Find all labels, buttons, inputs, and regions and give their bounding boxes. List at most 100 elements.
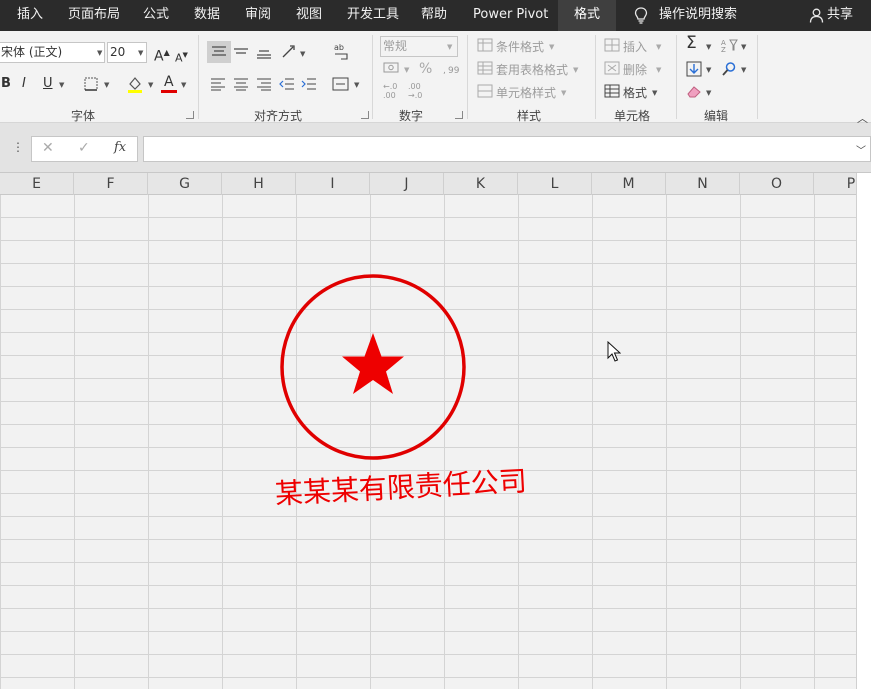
more-options-icon[interactable]: ⋮ xyxy=(12,140,24,154)
tab-view[interactable]: 视图 xyxy=(296,0,322,31)
chevron-down-icon: ▼ xyxy=(561,89,567,97)
column-header-o[interactable]: O xyxy=(740,173,814,195)
column-header-n[interactable]: N xyxy=(666,173,740,195)
format-cells-icon xyxy=(604,84,620,98)
formula-bar: ⋮ ✕ ✓ fx ﹀ xyxy=(0,123,871,173)
enter-icon[interactable]: ✓ xyxy=(78,140,90,156)
tab-help[interactable]: 帮助 xyxy=(421,0,447,31)
group-separator xyxy=(198,35,199,119)
format-cells-button[interactable]: 格式 xyxy=(623,84,647,101)
conditional-format-button[interactable]: 条件格式 xyxy=(496,38,544,55)
delete-cells-button[interactable]: 删除 xyxy=(623,61,647,78)
format-as-table-button[interactable]: 套用表格格式 xyxy=(496,61,568,78)
column-header-k[interactable]: K xyxy=(444,173,518,195)
column-header-e[interactable]: E xyxy=(0,173,74,195)
column-header-g[interactable]: G xyxy=(148,173,222,195)
decrease-decimal-button[interactable]: .00 →.0 xyxy=(408,82,430,102)
group-separator xyxy=(757,35,758,119)
font-name-select[interactable]: 宋体 (正文) xyxy=(0,42,105,63)
column-header-j[interactable]: J xyxy=(370,173,444,195)
expand-formula-icon[interactable]: ﹀ xyxy=(856,142,866,157)
chevron-down-icon: ▼ xyxy=(354,81,360,89)
svg-text:Z: Z xyxy=(721,46,726,53)
formula-buttons: ✕ ✓ fx xyxy=(31,136,138,162)
group-separator xyxy=(676,35,677,119)
chevron-down-icon: ▼ xyxy=(656,43,662,51)
bold-button[interactable]: B xyxy=(1,76,11,92)
tab-formulas[interactable]: 公式 xyxy=(143,0,169,31)
chevron-down-icon: ▼ xyxy=(97,49,103,57)
company-seal[interactable]: 某某某有限责任公司 xyxy=(256,270,556,520)
fill-color-icon[interactable] xyxy=(127,75,143,93)
align-middle-icon[interactable] xyxy=(233,45,249,59)
chevron-down-icon: ▼ xyxy=(706,89,712,97)
increase-decimal-button[interactable]: ←.0 .00 xyxy=(383,82,405,102)
align-right-icon[interactable] xyxy=(256,77,272,91)
tell-me-search[interactable]: 操作说明搜索 xyxy=(659,0,737,31)
chevron-down-icon: ▼ xyxy=(300,50,306,58)
comma-style-icon[interactable]: , 99 xyxy=(442,62,460,76)
italic-button[interactable]: I xyxy=(22,76,26,92)
column-header-h[interactable]: H xyxy=(222,173,296,195)
insert-function-icon[interactable]: fx xyxy=(114,140,126,155)
increase-indent-icon[interactable] xyxy=(301,77,317,91)
alignment-dialog-launcher[interactable] xyxy=(361,111,369,119)
merge-center-icon[interactable] xyxy=(332,76,349,92)
column-header-i[interactable]: I xyxy=(296,173,370,195)
fill-down-icon[interactable] xyxy=(686,61,702,77)
tab-power-pivot[interactable]: Power Pivot xyxy=(473,0,548,31)
group-label-editing: 编辑 xyxy=(704,109,729,123)
column-header-f[interactable]: F xyxy=(74,173,148,195)
align-left-icon[interactable] xyxy=(210,77,226,91)
border-icon[interactable] xyxy=(84,77,98,91)
align-center-icon[interactable] xyxy=(233,77,249,91)
insert-cells-icon xyxy=(604,38,620,52)
top-align-button[interactable] xyxy=(207,41,231,63)
tab-format[interactable]: 格式 xyxy=(558,0,616,31)
align-bottom-icon[interactable] xyxy=(256,45,272,59)
chevron-down-icon: ▼ xyxy=(549,43,555,51)
cancel-icon[interactable]: ✕ xyxy=(42,140,54,156)
column-header-p[interactable]: P xyxy=(814,173,856,195)
tab-insert[interactable]: 插入 xyxy=(17,0,43,31)
column-header-m[interactable]: M xyxy=(592,173,666,195)
insert-cells-button[interactable]: 插入 xyxy=(623,38,647,55)
vertical-scrollbar[interactable] xyxy=(856,173,871,689)
shrink-font-button[interactable]: A▼ xyxy=(175,47,188,67)
percent-button[interactable]: % xyxy=(419,61,432,77)
wrap-text-icon[interactable]: ab xyxy=(333,41,350,63)
currency-icon[interactable] xyxy=(383,61,401,75)
autosum-button[interactable]: Σ xyxy=(686,35,697,52)
chevron-down-icon: ▼ xyxy=(447,43,453,51)
chevron-down-icon: ▼ xyxy=(181,81,187,89)
cell-styles-button[interactable]: 单元格样式 xyxy=(496,84,556,101)
delete-cells-icon xyxy=(604,61,620,75)
find-search-icon[interactable] xyxy=(721,61,737,77)
group-separator xyxy=(372,35,373,119)
format-table-icon xyxy=(477,61,493,75)
svg-text:,: , xyxy=(443,66,446,76)
column-header-l[interactable]: L xyxy=(518,173,592,195)
ribbon-tab-bar: 插入 页面布局 公式 数据 审阅 视图 开发工具 帮助 Power Pivot … xyxy=(0,0,871,31)
clear-eraser-icon[interactable] xyxy=(686,84,702,98)
decrease-indent-icon[interactable] xyxy=(279,77,295,91)
chevron-down-icon: ▼ xyxy=(741,66,747,74)
share-button[interactable]: 共享 xyxy=(827,0,853,31)
font-color-button[interactable]: A xyxy=(164,74,174,90)
underline-button[interactable]: U xyxy=(43,76,53,92)
font-dialog-launcher[interactable] xyxy=(186,111,194,119)
orientation-icon[interactable] xyxy=(281,43,297,59)
tab-page-layout[interactable]: 页面布局 xyxy=(68,0,120,31)
chevron-down-icon: ▼ xyxy=(652,89,658,97)
formula-input[interactable]: ﹀ xyxy=(143,136,871,162)
chevron-down-icon: ▼ xyxy=(138,49,144,57)
cell-styles-icon xyxy=(477,84,493,98)
tab-review[interactable]: 审阅 xyxy=(245,0,271,31)
group-label-alignment: 对齐方式 xyxy=(254,109,303,123)
number-dialog-launcher[interactable] xyxy=(455,111,463,119)
column-headers: E F G H I J K L M N O P xyxy=(0,173,856,195)
tab-developer[interactable]: 开发工具 xyxy=(347,0,399,31)
grow-font-button[interactable]: A▲ xyxy=(154,45,170,65)
tab-data[interactable]: 数据 xyxy=(194,0,220,31)
sort-filter-icon[interactable]: A Z xyxy=(720,37,738,53)
